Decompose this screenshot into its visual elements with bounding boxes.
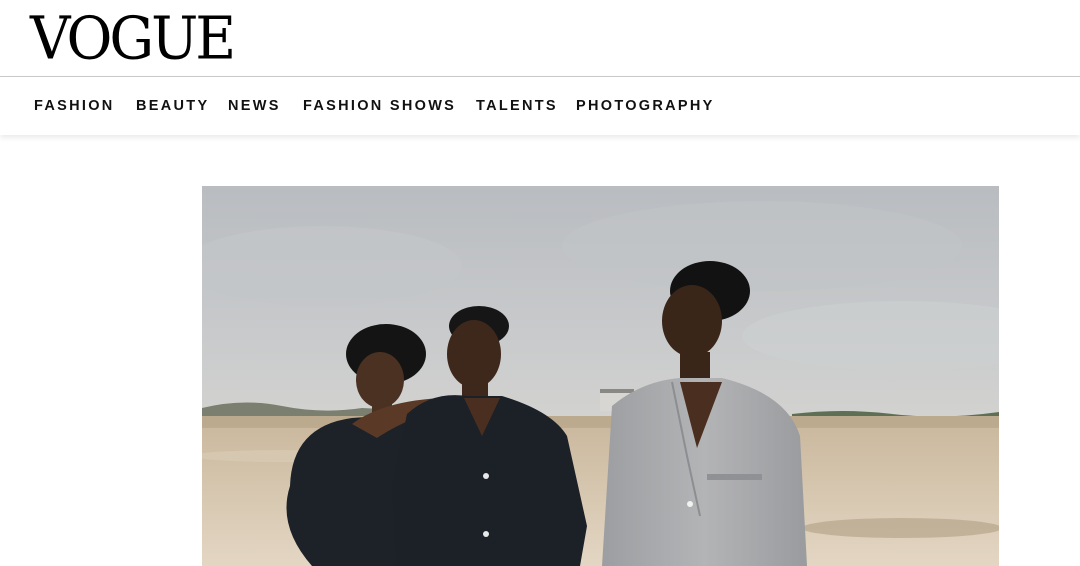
nav-item-news[interactable]: NEWS: [228, 77, 281, 135]
article-hero-image: [202, 186, 999, 566]
main-nav: FASHION BEAUTY NEWS FASHION SHOWS TALENT…: [0, 77, 1080, 135]
masthead: VOGUE: [0, 0, 1080, 76]
nav-item-fashion[interactable]: FASHION: [34, 77, 115, 135]
nav-item-talents[interactable]: TALENTS: [476, 77, 558, 135]
nav-item-photography[interactable]: PHOTOGRAPHY: [576, 77, 715, 135]
nav-item-fashion-shows[interactable]: FASHION SHOWS: [303, 77, 456, 135]
vogue-logo[interactable]: VOGUE: [30, 5, 236, 73]
page: VOGUE FASHION BEAUTY NEWS FASHION SHOWS …: [0, 0, 1080, 566]
nav-item-beauty[interactable]: BEAUTY: [136, 77, 209, 135]
